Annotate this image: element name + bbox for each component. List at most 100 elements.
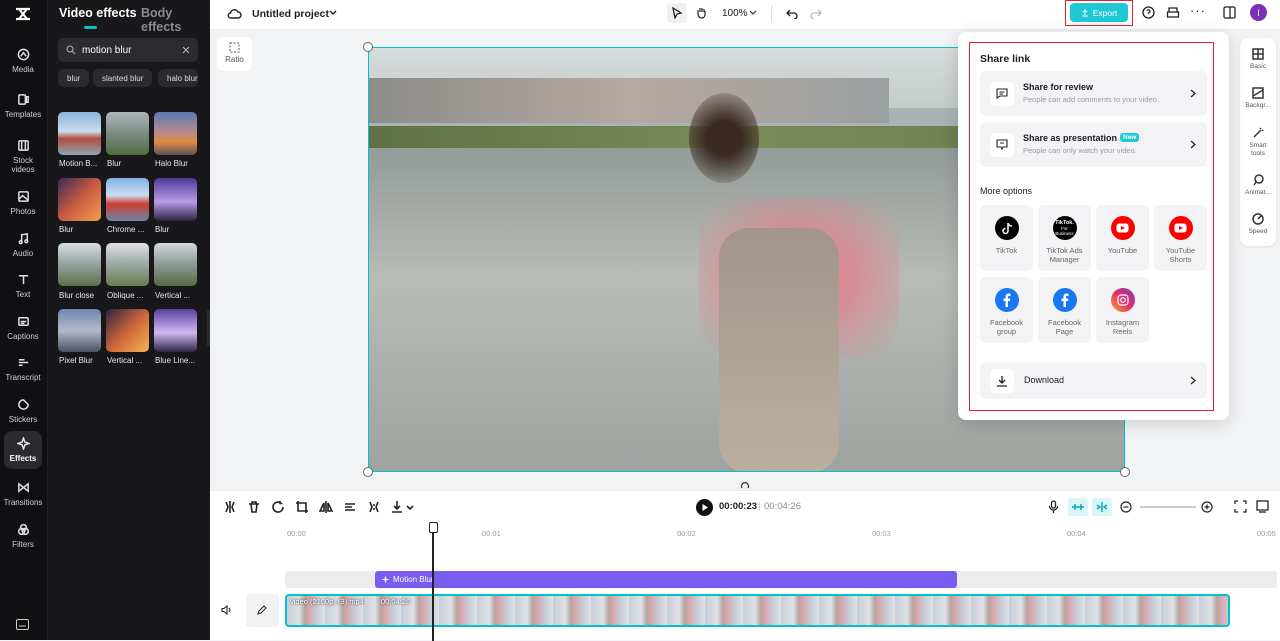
rail-filters[interactable]: Filters <box>0 516 46 556</box>
rail-templates[interactable]: Templates <box>0 86 46 126</box>
delete-icon[interactable] <box>247 500 261 514</box>
layout-icon[interactable] <box>1223 6 1236 19</box>
tab-body-effects[interactable]: Body effects <box>141 6 210 34</box>
rail-photos[interactable]: Photos <box>0 183 46 223</box>
redo-icon[interactable] <box>810 7 822 19</box>
share-tiktok-ads-manager[interactable]: TikTok. For Business TikTok Ads Manager <box>1038 205 1091 271</box>
effect-label: Motion B... <box>59 159 98 168</box>
effect-label: Vertical ... <box>107 356 143 365</box>
effect-thumbnail[interactable] <box>106 243 149 286</box>
share-as-presentation-option[interactable]: Share as presentation New People can onl… <box>980 122 1207 167</box>
rail-audio[interactable]: Audio <box>0 225 46 265</box>
rail-transitions[interactable]: Transitions <box>0 474 46 514</box>
chip-suggestion[interactable]: blur <box>58 69 90 87</box>
facebook-icon <box>1052 288 1077 312</box>
motion-blur-effect-clip[interactable]: Motion Blur <box>375 571 957 588</box>
rotate-icon[interactable] <box>740 482 750 490</box>
project-title[interactable]: Untitled project <box>252 8 329 20</box>
effects-search-field[interactable]: motion blur <box>58 38 198 62</box>
cover-edit-button[interactable] <box>246 594 279 627</box>
mirror-icon[interactable] <box>318 500 334 514</box>
share-for-review-title: Share for review <box>1023 82 1094 92</box>
zoom-out-icon[interactable] <box>1120 501 1132 513</box>
rail-text[interactable]: Text <box>0 266 46 306</box>
prop-animation[interactable]: Animat... <box>1240 174 1276 197</box>
adjust-icon[interactable] <box>343 500 357 514</box>
chip-suggestion[interactable]: slanted blur <box>93 69 153 87</box>
effect-thumbnail[interactable] <box>154 309 197 352</box>
resize-handle[interactable] <box>1120 467 1130 477</box>
link-button[interactable] <box>1092 498 1112 516</box>
avatar[interactable]: I <box>1250 4 1267 21</box>
resize-handle[interactable] <box>363 42 373 52</box>
chip-suggestion[interactable]: halo blur <box>158 69 198 87</box>
stock-videos-icon <box>17 139 29 151</box>
freeze-icon[interactable] <box>367 500 381 514</box>
rail-stickers[interactable]: Stickers <box>0 391 46 431</box>
effect-thumbnail[interactable] <box>58 112 101 155</box>
hand-tool-icon[interactable] <box>695 6 708 19</box>
rail-media[interactable]: Media <box>0 41 46 81</box>
share-tiktok[interactable]: TikTok <box>980 205 1033 271</box>
resize-handle[interactable] <box>363 467 373 477</box>
effect-thumbnail[interactable] <box>154 178 197 221</box>
more-options-icon[interactable]: ··· <box>1190 3 1206 18</box>
microphone-icon[interactable] <box>1048 500 1059 514</box>
playhead-handle[interactable] <box>429 522 438 533</box>
share-facebook-group[interactable]: Facebook group <box>980 277 1033 343</box>
effect-thumbnail[interactable] <box>106 178 149 221</box>
download-menu-icon[interactable] <box>391 500 415 514</box>
zoom-level[interactable]: 100% <box>722 8 748 19</box>
ruler-tick: 00:03 <box>872 529 891 538</box>
keyboard-icon[interactable] <box>16 617 29 630</box>
play-button[interactable] <box>696 499 713 516</box>
magnet-snap-button[interactable] <box>1068 498 1088 516</box>
effect-thumbnail[interactable] <box>106 309 149 352</box>
prop-basic[interactable]: Basic <box>1240 48 1276 71</box>
share-for-review-option[interactable]: Share for review People can add comments… <box>980 71 1207 116</box>
effect-thumbnail[interactable] <box>154 112 197 155</box>
video-clip[interactable]: video (2160p) (3).mp4 00:04:26 <box>285 594 1230 627</box>
rail-effects[interactable]: Effects <box>4 431 42 469</box>
fit-icon[interactable] <box>1234 500 1247 513</box>
effect-thumbnail[interactable] <box>58 309 101 352</box>
share-as-presentation-subtitle: People can only watch your video. <box>1023 146 1137 155</box>
prop-smart-tools[interactable]: Smart tools <box>1240 127 1276 158</box>
clear-search-icon[interactable] <box>182 46 190 54</box>
download-option[interactable]: Download <box>980 362 1207 399</box>
share-youtube[interactable]: YouTube <box>1096 205 1149 271</box>
prop-background[interactable]: Backgr... <box>1240 87 1276 110</box>
share-instagram-reels[interactable]: Instagram Reels <box>1096 277 1149 343</box>
effect-thumbnail[interactable] <box>58 243 101 286</box>
rail-transcript[interactable]: Transcript <box>0 349 46 389</box>
effect-thumbnail[interactable] <box>58 178 101 221</box>
share-youtube-shorts[interactable]: YouTube Shorts <box>1154 205 1207 271</box>
volume-icon[interactable] <box>221 605 232 615</box>
rail-stock-videos[interactable]: Stock videos <box>0 134 46 178</box>
zoom-chevron-icon[interactable] <box>749 10 757 16</box>
effect-thumbnail[interactable] <box>154 243 197 286</box>
crop-icon[interactable] <box>295 500 309 514</box>
effect-thumbnail[interactable] <box>106 112 149 155</box>
magic-wand-icon <box>1253 127 1264 138</box>
storage-icon[interactable] <box>1166 6 1180 19</box>
search-input[interactable]: motion blur <box>82 45 182 56</box>
capcut-logo[interactable] <box>13 5 33 23</box>
chevron-down-icon[interactable] <box>329 10 337 16</box>
rail-captions[interactable]: Captions <box>0 308 46 348</box>
ratio-button[interactable]: Ratio <box>217 37 252 71</box>
ruler-tick: 00:01 <box>482 529 501 538</box>
prop-speed[interactable]: Speed <box>1240 213 1276 236</box>
loop-icon[interactable] <box>271 500 285 514</box>
select-tool-button[interactable] <box>667 3 687 23</box>
split-icon[interactable] <box>223 500 237 514</box>
undo-icon[interactable] <box>786 7 798 19</box>
zoom-in-icon[interactable] <box>1201 501 1213 513</box>
export-button[interactable]: Export <box>1070 3 1128 22</box>
help-icon[interactable] <box>1142 6 1155 19</box>
share-facebook-page[interactable]: Facebook Page <box>1038 277 1091 343</box>
tab-video-effects[interactable]: Video effects <box>59 6 137 20</box>
comment-panel-icon[interactable] <box>1256 500 1269 513</box>
zoom-slider[interactable] <box>1140 506 1196 508</box>
cloud-icon[interactable] <box>227 7 242 20</box>
